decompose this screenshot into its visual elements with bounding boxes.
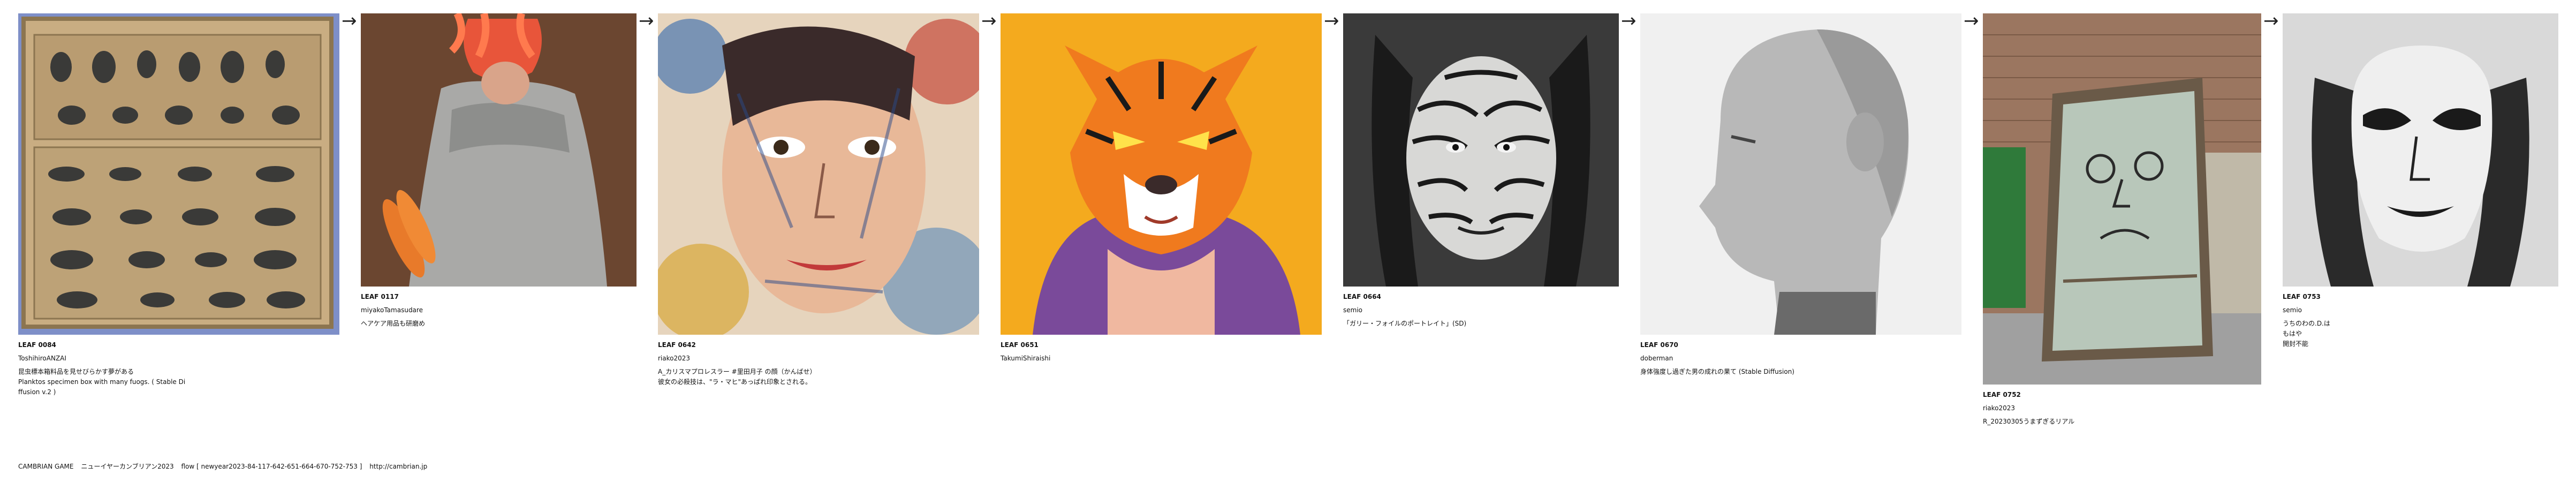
leaf-caption-line: Planktos specimen box with many fuogs. (… [18, 378, 186, 386]
leaf-author[interactable]: ToshihiroANZAI [18, 353, 339, 364]
leaf-meta: LEAF 0651 TakumiShiraishi [1001, 340, 1322, 364]
leaf-meta: LEAF 0117 miyakoTamasudare ヘアケア用品も研磨め [361, 292, 637, 329]
leaf-author[interactable]: semio [2283, 305, 2558, 315]
leaf-author[interactable]: riako2023 [658, 353, 979, 364]
leaf-author[interactable]: doberman [1640, 353, 1961, 364]
leaf-image-striped-face-portrait[interactable] [1343, 13, 1619, 287]
leaf-caption-line: A_カリスマプロレスラー #里田月子 の顔（かんばせ） [658, 368, 816, 375]
leaf-card-0084[interactable]: LEAF 0084 ToshihiroANZAI 昆虫標本箱料品を見せびらかす夢… [18, 13, 339, 397]
flow-arrow-icon: → [1964, 10, 1979, 32]
flow-arrow-icon: → [1621, 10, 1636, 32]
leaf-id[interactable]: LEAF 0651 [1001, 340, 1322, 350]
leaf-caption-line: 開封不能 [2283, 340, 2309, 348]
leaf-author[interactable]: TakumiShiraishi [1001, 353, 1322, 364]
flow-arrow-icon: → [639, 10, 654, 32]
leaf-author[interactable]: riako2023 [1983, 403, 2261, 413]
leaf-card-0642[interactable]: LEAF 0642 riako2023 A_カリスマプロレスラー #里田月子 の… [658, 13, 979, 387]
leaf-image-tiger-character[interactable] [1001, 13, 1322, 335]
flow-arrow-icon: → [2263, 10, 2279, 32]
leaf-id[interactable]: LEAF 0670 [1640, 340, 1961, 350]
leaf-caption-line: 身体強度し過ぎた男の成れの果て (Stable Diffusion) [1640, 368, 1794, 375]
leaf-caption-line: うちのわの.D.は [2283, 320, 2330, 327]
leaf-meta: LEAF 0084 ToshihiroANZAI 昆虫標本箱料品を見せびらかす夢… [18, 340, 339, 397]
leaf-caption-line: 「ガリー・フォイルのポートレイト」(SD) [1343, 320, 1467, 327]
leaf-id[interactable]: LEAF 0084 [18, 340, 339, 350]
leaf-caption-line: もはや [2283, 330, 2302, 337]
leaf-image-bald-man-profile[interactable] [1640, 13, 1961, 335]
footer-url[interactable]: http://cambrian.jp [369, 463, 427, 470]
footer-brand[interactable]: CAMBRIAN GAME [18, 463, 74, 470]
leaf-image-orange-haired-armored-figure[interactable] [361, 13, 637, 287]
flow-arrow-icon: → [342, 10, 357, 32]
leaf-image-painted-woman-face[interactable] [658, 13, 979, 335]
footer: CAMBRIAN GAME ニューイヤーカンブリアン2023 flow [ ne… [18, 462, 433, 471]
footer-title: ニューイヤーカンブリアン2023 [81, 463, 174, 470]
leaf-caption-line: ヘアケア用品も研磨め [361, 320, 426, 327]
leaf-author[interactable]: semio [1343, 305, 1619, 315]
leaf-card-0753[interactable]: LEAF 0753 semio うちのわの.D.は もはや 開封不能 [2283, 13, 2558, 349]
leaf-id[interactable]: LEAF 0753 [2283, 292, 2558, 302]
leaf-card-0752[interactable]: LEAF 0752 riako2023 R_20230305うまずぎるリアル [1983, 13, 2261, 427]
leaf-image-glass-panel-street[interactable] [1983, 13, 2261, 385]
leaf-caption-line: ffusion v.2 ) [18, 388, 56, 396]
leaf-image-specimen-box[interactable] [18, 13, 339, 335]
leaf-card-0117[interactable]: LEAF 0117 miyakoTamasudare ヘアケア用品も研磨め [361, 13, 637, 329]
leaf-caption-line: R_20230305うまずぎるリアル [1983, 418, 2075, 425]
leaf-meta: LEAF 0670 doberman 身体強度し過ぎた男の成れの果て (Stab… [1640, 340, 1961, 377]
leaf-author[interactable]: miyakoTamasudare [361, 305, 637, 315]
leaf-id[interactable]: LEAF 0752 [1983, 390, 2261, 400]
leaf-image-mask-face[interactable] [2283, 13, 2558, 287]
flow-arrow-icon: → [981, 10, 997, 32]
flow-arrow-icon: → [1324, 10, 1339, 32]
leaf-id[interactable]: LEAF 0664 [1343, 292, 1619, 302]
leaf-meta: LEAF 0642 riako2023 A_カリスマプロレスラー #里田月子 の… [658, 340, 979, 387]
leaf-card-0670[interactable]: LEAF 0670 doberman 身体強度し過ぎた男の成れの果て (Stab… [1640, 13, 1961, 377]
leaf-meta: LEAF 0664 semio 「ガリー・フォイルのポートレイト」(SD) [1343, 292, 1619, 329]
footer-flow[interactable]: flow [ newyear2023-84-117-642-651-664-67… [181, 463, 362, 470]
leaf-id[interactable]: LEAF 0117 [361, 292, 637, 302]
leaf-meta: LEAF 0752 riako2023 R_20230305うまずぎるリアル [1983, 390, 2261, 427]
leaf-card-0664[interactable]: LEAF 0664 semio 「ガリー・フォイルのポートレイト」(SD) [1343, 13, 1619, 329]
leaf-caption-line: 昆虫標本箱料品を見せびらかす夢がある [18, 368, 134, 375]
leaf-caption-line: 彼女の必殺技は、"ラ・マヒ"あっぱれ印象とされる。 [658, 378, 812, 386]
leaf-meta: LEAF 0753 semio うちのわの.D.は もはや 開封不能 [2283, 292, 2558, 349]
leaf-card-0651[interactable]: LEAF 0651 TakumiShiraishi [1001, 13, 1322, 367]
leaf-id[interactable]: LEAF 0642 [658, 340, 979, 350]
